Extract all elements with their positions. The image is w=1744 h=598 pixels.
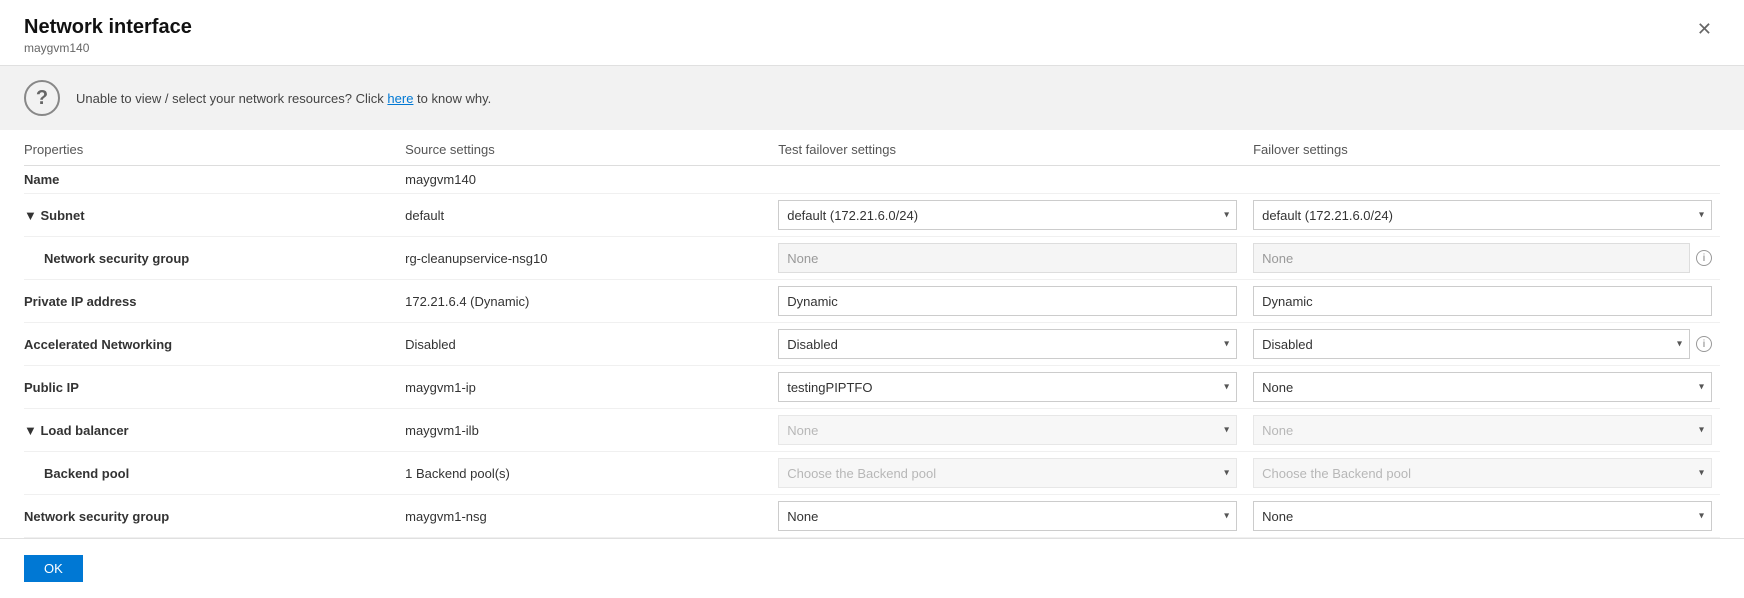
failover-cell-public-ip[interactable]: None▾ bbox=[1245, 366, 1720, 409]
source-cell-name: maygvm140 bbox=[397, 166, 770, 194]
failover-cell-private-ip[interactable] bbox=[1245, 280, 1720, 323]
failover-cell-subnet[interactable]: default (172.21.6.0/24)▾ bbox=[1245, 194, 1720, 237]
failover-cell-public-ip-select[interactable]: None bbox=[1253, 372, 1712, 402]
failover-cell-nsg: i bbox=[1245, 237, 1720, 280]
table-row: Private IP address172.21.6.4 (Dynamic) bbox=[24, 280, 1720, 323]
property-cell-nsg2: Network security group bbox=[24, 495, 397, 538]
test-cell-accel-net-select[interactable]: Disabled bbox=[778, 329, 1237, 359]
question-icon: ? bbox=[24, 80, 60, 116]
table-row: ▼ Subnetdefaultdefault (172.21.6.0/24)▾d… bbox=[24, 194, 1720, 237]
test-cell-public-ip-select[interactable]: testingPIPTFO bbox=[778, 372, 1237, 402]
test-cell-private-ip[interactable] bbox=[770, 280, 1245, 323]
test-cell-load-balancer[interactable]: None▾ bbox=[770, 409, 1245, 452]
close-button[interactable]: ✕ bbox=[1689, 16, 1720, 42]
banner-text-after: to know why. bbox=[413, 91, 491, 106]
dialog-title-block: Network interface maygvm140 bbox=[24, 16, 192, 55]
test-cell-nsg2[interactable]: None▾ bbox=[770, 495, 1245, 538]
dialog-header: Network interface maygvm140 ✕ bbox=[0, 0, 1744, 66]
source-cell-accel-net: Disabled bbox=[397, 323, 770, 366]
table-row: Network security grouprg-cleanupservice-… bbox=[24, 237, 1720, 280]
test-cell-subnet-select[interactable]: default (172.21.6.0/24) bbox=[778, 200, 1237, 230]
test-cell-subnet[interactable]: default (172.21.6.0/24)▾ bbox=[770, 194, 1245, 237]
test-cell-nsg-input bbox=[778, 243, 1237, 273]
property-cell-public-ip: Public IP bbox=[24, 366, 397, 409]
failover-cell-load-balancer[interactable]: None▾ bbox=[1245, 409, 1720, 452]
failover-cell-nsg2[interactable]: None▾ bbox=[1245, 495, 1720, 538]
property-cell-load-balancer: ▼ Load balancer bbox=[24, 409, 397, 452]
source-cell-backend-pool: 1 Backend pool(s) bbox=[397, 452, 770, 495]
failover-cell-backend-pool[interactable]: Choose the Backend pool▾ bbox=[1245, 452, 1720, 495]
banner-text: Unable to view / select your network res… bbox=[76, 91, 491, 106]
property-cell-private-ip: Private IP address bbox=[24, 280, 397, 323]
source-cell-load-balancer: maygvm1-ilb bbox=[397, 409, 770, 452]
property-cell-name: Name bbox=[24, 166, 397, 194]
test-cell-public-ip[interactable]: testingPIPTFO▾ bbox=[770, 366, 1245, 409]
failover-cell-subnet-select[interactable]: default (172.21.6.0/24) bbox=[1253, 200, 1712, 230]
table-row: Network security groupmaygvm1-nsgNone▾No… bbox=[24, 495, 1720, 538]
property-cell-subnet: ▼ Subnet bbox=[24, 194, 397, 237]
table-header-row: Properties Source settings Test failover… bbox=[24, 130, 1720, 166]
source-cell-public-ip: maygvm1-ip bbox=[397, 366, 770, 409]
banner-text-before: Unable to view / select your network res… bbox=[76, 91, 387, 106]
test-cell-nsg bbox=[770, 237, 1245, 280]
col-header-test: Test failover settings bbox=[770, 130, 1245, 166]
test-cell-load-balancer-select: None bbox=[778, 415, 1237, 445]
failover-cell-accel-net[interactable]: Disabled▾i bbox=[1245, 323, 1720, 366]
source-cell-private-ip: 172.21.6.4 (Dynamic) bbox=[397, 280, 770, 323]
network-interface-dialog: Network interface maygvm140 ✕ ? Unable t… bbox=[0, 0, 1744, 598]
table-row: Public IPmaygvm1-iptestingPIPTFO▾None▾ bbox=[24, 366, 1720, 409]
test-cell-accel-net[interactable]: Disabled▾ bbox=[770, 323, 1245, 366]
failover-cell-private-ip-input[interactable] bbox=[1253, 286, 1712, 316]
test-cell-name bbox=[770, 166, 1245, 194]
dialog-subtitle: maygvm140 bbox=[24, 41, 192, 55]
source-cell-nsg: rg-cleanupservice-nsg10 bbox=[397, 237, 770, 280]
table-row: Backend pool1 Backend pool(s)Choose the … bbox=[24, 452, 1720, 495]
info-icon-failover-cell-accel-net[interactable]: i bbox=[1696, 336, 1712, 352]
table-row: ▼ Load balancermaygvm1-ilbNone▾None▾ bbox=[24, 409, 1720, 452]
col-header-properties: Properties bbox=[24, 130, 397, 166]
property-cell-accel-net: Accelerated Networking bbox=[24, 323, 397, 366]
property-cell-nsg: Network security group bbox=[24, 237, 397, 280]
failover-cell-backend-pool-select: Choose the Backend pool bbox=[1253, 458, 1712, 488]
property-cell-backend-pool: Backend pool bbox=[24, 452, 397, 495]
source-cell-subnet: default bbox=[397, 194, 770, 237]
col-header-failover: Failover settings bbox=[1245, 130, 1720, 166]
failover-cell-nsg-input bbox=[1253, 243, 1690, 273]
dialog-footer: OK bbox=[0, 538, 1744, 598]
table-row: Namemaygvm140 bbox=[24, 166, 1720, 194]
failover-cell-name bbox=[1245, 166, 1720, 194]
info-icon-failover-cell-nsg[interactable]: i bbox=[1696, 250, 1712, 266]
table-row: Accelerated NetworkingDisabledDisabled▾D… bbox=[24, 323, 1720, 366]
table-container: Properties Source settings Test failover… bbox=[0, 130, 1744, 538]
info-banner: ? Unable to view / select your network r… bbox=[0, 66, 1744, 130]
failover-cell-nsg2-select[interactable]: None bbox=[1253, 501, 1712, 531]
banner-link[interactable]: here bbox=[387, 91, 413, 106]
failover-cell-accel-net-select[interactable]: Disabled bbox=[1253, 329, 1690, 359]
col-header-source: Source settings bbox=[397, 130, 770, 166]
test-cell-private-ip-input[interactable] bbox=[778, 286, 1237, 316]
test-cell-nsg2-select[interactable]: None bbox=[778, 501, 1237, 531]
dialog-title: Network interface bbox=[24, 16, 192, 39]
source-cell-nsg2: maygvm1-nsg bbox=[397, 495, 770, 538]
ok-button[interactable]: OK bbox=[24, 555, 83, 582]
test-cell-backend-pool-select: Choose the Backend pool bbox=[778, 458, 1237, 488]
settings-table: Properties Source settings Test failover… bbox=[24, 130, 1720, 538]
test-cell-backend-pool[interactable]: Choose the Backend pool▾ bbox=[770, 452, 1245, 495]
failover-cell-load-balancer-select: None bbox=[1253, 415, 1712, 445]
